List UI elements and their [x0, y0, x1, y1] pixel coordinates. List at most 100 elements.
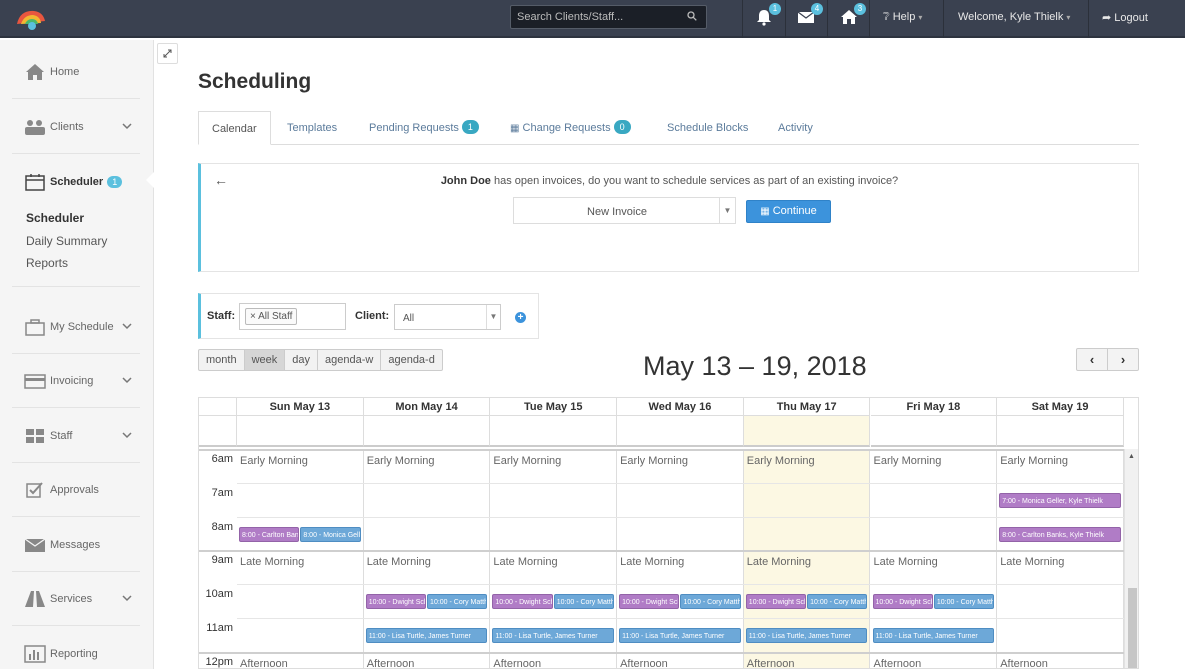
- divider: [869, 0, 870, 38]
- tab-pending-requests[interactable]: Pending Requests 1: [369, 111, 479, 145]
- app-logo-icon[interactable]: [14, 6, 48, 32]
- all-day-cell[interactable]: [363, 416, 491, 447]
- sidebar-sub-scheduler[interactable]: Scheduler: [26, 211, 84, 225]
- sidebar-item-label: Services: [50, 592, 93, 605]
- sidebar-item-reporting[interactable]: Reporting: [12, 627, 140, 669]
- calendar-event[interactable]: 8:00 - Monica Geller: [300, 526, 361, 542]
- caret-down-icon: ▾: [918, 13, 923, 22]
- scroll-thumb[interactable]: [1128, 588, 1137, 668]
- tab-templates[interactable]: Templates: [287, 111, 337, 145]
- search-input[interactable]: Search Clients/Staff...: [510, 5, 707, 29]
- sidebar-item-clients[interactable]: Clients: [12, 100, 140, 154]
- all-day-cell[interactable]: [237, 416, 364, 447]
- calendar-event[interactable]: 8:00 - Carlton Banks, Kyle Thielk: [239, 526, 300, 542]
- period-label: Early Morning: [746, 455, 815, 467]
- remove-chip-icon[interactable]: ×: [250, 311, 256, 322]
- calendar-event[interactable]: 10:00 - Cory Matthews: [807, 594, 868, 610]
- user-menu[interactable]: Welcome, Kyle Thielk ▾: [958, 11, 1070, 23]
- sidebar-item-invoicing[interactable]: Invoicing: [12, 354, 140, 408]
- sidebar-item-my-schedule[interactable]: My Schedule: [12, 300, 140, 354]
- calendar-event[interactable]: 8:00 - Carlton Banks, Kyle Thielk: [999, 526, 1121, 542]
- period-label: Late Morning: [366, 556, 431, 569]
- calendar-event[interactable]: 11:00 - Lisa Turtle, James Turner: [365, 628, 488, 643]
- tab-calendar[interactable]: Calendar: [198, 111, 271, 145]
- sidebar-item-services[interactable]: Services: [12, 572, 140, 626]
- sidebar-item-staff[interactable]: Staff: [12, 409, 140, 463]
- bar-chart-icon: [24, 645, 46, 663]
- sidebar-item-scheduler[interactable]: Scheduler 1: [12, 155, 140, 209]
- staff-filter-input[interactable]: × All Staff: [239, 303, 346, 330]
- day-header-sat-may-19[interactable]: Sat May 19: [997, 398, 1124, 416]
- home-button[interactable]: 3: [840, 3, 866, 26]
- prev-week-button[interactable]: ‹: [1077, 349, 1108, 370]
- view-agenda-week-button[interactable]: agenda-w: [318, 350, 382, 370]
- view-day-button[interactable]: day: [285, 350, 319, 370]
- sidebar-item-home[interactable]: Home: [12, 45, 140, 99]
- search-icon[interactable]: [687, 11, 697, 21]
- logout-button[interactable]: ➦ Logout: [1102, 11, 1148, 24]
- next-week-button[interactable]: ›: [1108, 349, 1138, 370]
- calendar-event[interactable]: 10:00 - Dwight Schrute: [745, 594, 807, 610]
- calendar-icon: [25, 174, 45, 191]
- day-header-tue-may-15[interactable]: Tue May 15: [490, 398, 618, 416]
- calendar-event[interactable]: 10:00 - Dwight Schrute: [365, 594, 427, 610]
- calendar-event[interactable]: 7:00 - Monica Geller, Kyle Thielk: [999, 492, 1121, 508]
- client-select[interactable]: All ▼: [394, 304, 501, 330]
- calendar-event[interactable]: 10:00 - Dwight Schrute: [872, 594, 933, 610]
- day-header-mon-may-14[interactable]: Mon May 14: [363, 398, 491, 416]
- calendar-scrollbar[interactable]: ▲: [1124, 449, 1138, 668]
- view-agenda-day-button[interactable]: agenda-d: [381, 350, 442, 370]
- period-label: Early Morning: [493, 455, 562, 467]
- period-label: Late Morning: [493, 556, 558, 569]
- all-day-cell[interactable]: [617, 416, 744, 447]
- calendar-event[interactable]: 10:00 - Dwight Schrute: [492, 594, 553, 610]
- sidebar-sub-reports[interactable]: Reports: [26, 256, 68, 270]
- calendar-event[interactable]: 11:00 - Lisa Turtle, James Turner: [872, 628, 995, 643]
- calendar-event[interactable]: 11:00 - Lisa Turtle, James Turner: [745, 628, 868, 643]
- tab-change-requests[interactable]: ▦ Change Requests 0: [510, 111, 631, 145]
- invoice-select[interactable]: New Invoice ▼: [513, 197, 736, 224]
- calendar-event[interactable]: 10:00 - Dwight Schrute: [619, 594, 680, 610]
- sidebar-sub-daily-summary[interactable]: Daily Summary: [26, 234, 107, 248]
- day-header-wed-may-16[interactable]: Wed May 16: [617, 398, 744, 416]
- period-label: Afternoon: [366, 657, 415, 669]
- client-label: Client:: [355, 310, 390, 322]
- all-day-cell[interactable]: [870, 416, 998, 447]
- add-circle-icon[interactable]: +: [515, 312, 526, 323]
- help-menu[interactable]: ❔︎ Help ▾: [883, 11, 922, 24]
- calendar-event[interactable]: 10:00 - Cory Matthews: [680, 594, 741, 610]
- view-switcher: month week day agenda-w agenda-d: [198, 349, 443, 371]
- continue-button[interactable]: ▦ Continue: [746, 200, 831, 223]
- client-name: John Doe: [440, 175, 491, 187]
- calendar-event[interactable]: 10:00 - Cory Matthews: [553, 594, 615, 610]
- day-header-thu-may-17[interactable]: Thu May 17: [743, 398, 871, 416]
- view-week-button[interactable]: week: [244, 350, 286, 370]
- all-day-gutter: [199, 416, 237, 447]
- caret-down-icon: ▾: [1066, 13, 1071, 22]
- caret-down-icon: ▼: [719, 198, 735, 223]
- sidebar-item-label: Home: [50, 65, 80, 78]
- tab-activity[interactable]: Activity: [778, 111, 813, 145]
- messages-button[interactable]: 4: [797, 3, 823, 26]
- day-header-sun-may-13[interactable]: Sun May 13: [237, 398, 364, 416]
- scroll-up-icon[interactable]: ▲: [1128, 453, 1135, 460]
- sidebar-item-approvals[interactable]: Approvals: [12, 463, 140, 517]
- all-day-cell[interactable]: [743, 416, 871, 447]
- day-header-fri-may-18[interactable]: Fri May 18: [870, 398, 998, 416]
- period-label: Late Morning: [746, 556, 812, 569]
- calendar-event[interactable]: 10:00 - Cory Matthews: [427, 594, 488, 610]
- sidebar-item-messages[interactable]: Messages: [12, 518, 140, 572]
- notifications-button[interactable]: 1: [755, 3, 781, 26]
- change-requests-badge: 0: [613, 120, 631, 134]
- chevron-right-icon: ›: [1120, 352, 1126, 367]
- all-day-cell[interactable]: [490, 416, 618, 447]
- calendar-event[interactable]: 10:00 - Cory Matthews: [933, 594, 995, 610]
- staff-chip[interactable]: × All Staff: [245, 308, 298, 325]
- time-label: 10am: [205, 588, 233, 601]
- tab-schedule-blocks[interactable]: Schedule Blocks: [667, 111, 748, 145]
- expand-button[interactable]: [157, 43, 178, 64]
- view-month-button[interactable]: month: [199, 350, 245, 370]
- all-day-cell[interactable]: [997, 416, 1124, 447]
- calendar-event[interactable]: 11:00 - Lisa Turtle, James Turner: [492, 628, 615, 643]
- calendar-event[interactable]: 11:00 - Lisa Turtle, James Turner: [619, 628, 741, 643]
